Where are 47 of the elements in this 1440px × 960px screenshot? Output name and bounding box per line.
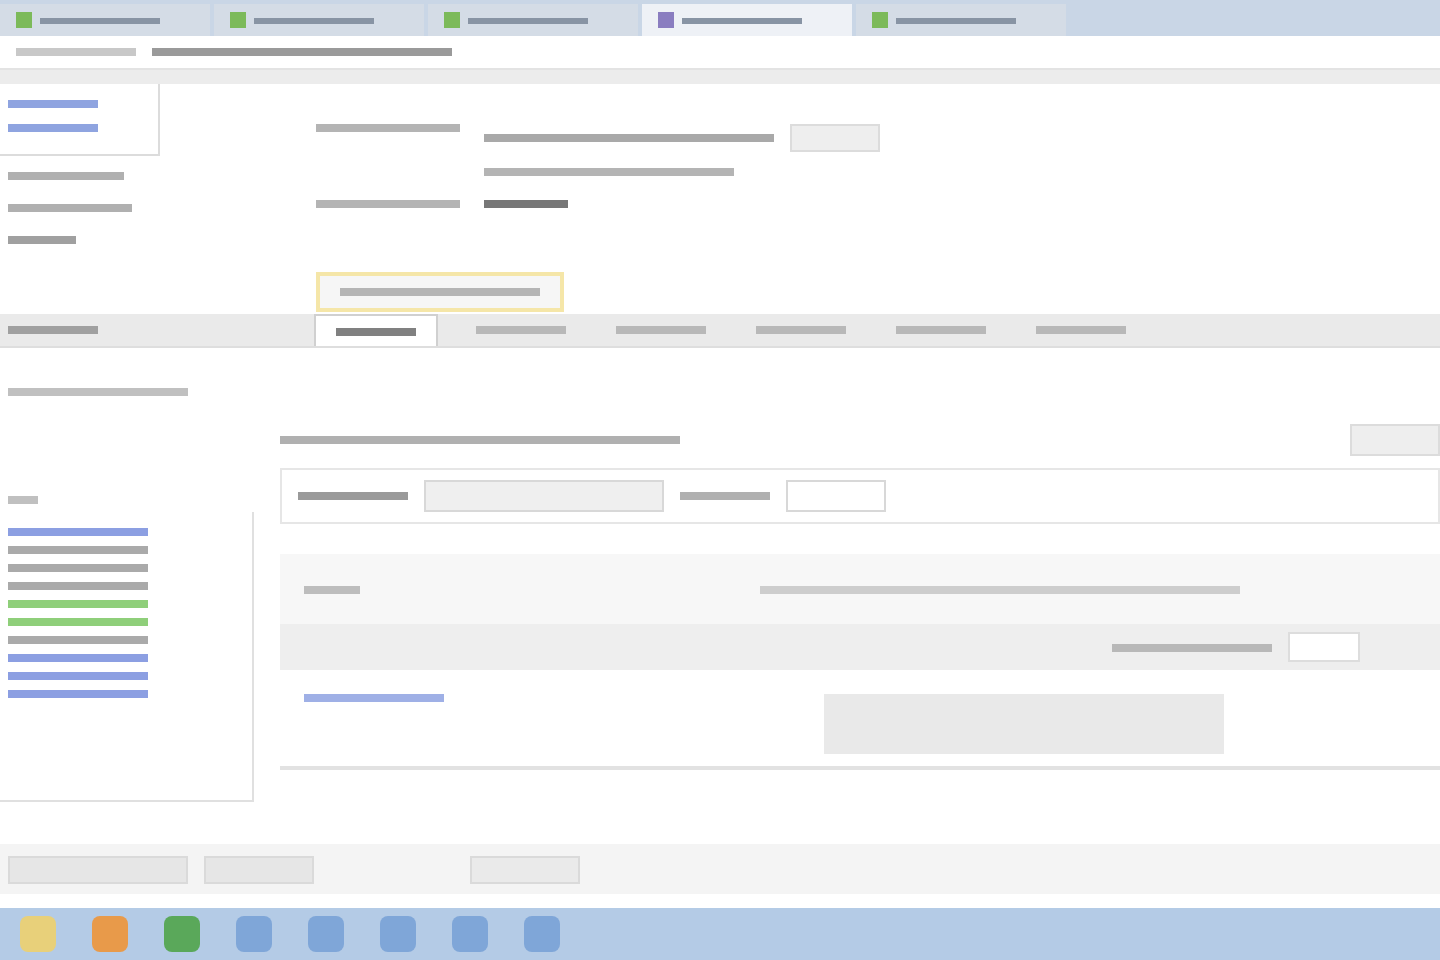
app-icon[interactable] (236, 916, 272, 952)
blurred-text (316, 200, 460, 208)
app-icon[interactable] (308, 916, 344, 952)
blurred-button[interactable] (316, 272, 564, 312)
blurred-text (8, 172, 124, 180)
blurred-text (8, 582, 148, 590)
input-field[interactable] (786, 480, 886, 512)
app-icon[interactable] (524, 916, 560, 952)
blurred-link[interactable] (304, 694, 444, 702)
app-icon[interactable] (20, 916, 56, 952)
blurred-text (484, 200, 568, 208)
blurred-text (8, 236, 76, 244)
blurred-link[interactable] (8, 100, 98, 108)
blurred-text (8, 636, 148, 644)
blurred-text (304, 585, 360, 593)
section-tab[interactable] (314, 314, 438, 346)
blurred-link[interactable] (8, 690, 148, 698)
blurred-text (8, 204, 132, 212)
blurred-text (298, 492, 408, 500)
browser-tab[interactable] (428, 4, 638, 36)
app-icon[interactable] (380, 916, 416, 952)
blurred-link[interactable] (8, 124, 98, 132)
blurred-text (8, 496, 38, 504)
browser-tab[interactable] (0, 4, 210, 36)
blurred-link[interactable] (8, 528, 148, 536)
browser-tab[interactable] (856, 4, 1066, 36)
blurred-button[interactable] (204, 855, 314, 883)
blurred-text (680, 492, 770, 500)
dropdown[interactable] (424, 480, 664, 512)
blurred-button[interactable] (1350, 424, 1440, 456)
blurred-text (8, 600, 148, 608)
app-icon[interactable] (92, 916, 128, 952)
blurred-text (8, 564, 148, 572)
blurred-text (316, 124, 460, 132)
browser-tab[interactable] (214, 4, 424, 36)
blurred-text (8, 618, 148, 626)
blurred-text (8, 546, 148, 554)
blurred-button[interactable] (790, 124, 880, 152)
app-icon[interactable] (452, 916, 488, 952)
app-icon[interactable] (164, 916, 200, 952)
input-field[interactable] (1288, 632, 1360, 662)
browser-tab[interactable] (642, 4, 852, 36)
blurred-link[interactable] (8, 672, 148, 680)
blurred-text (16, 48, 136, 56)
blurred-link[interactable] (8, 654, 148, 662)
blurred-button[interactable] (470, 855, 580, 883)
blurred-button[interactable] (8, 855, 188, 883)
